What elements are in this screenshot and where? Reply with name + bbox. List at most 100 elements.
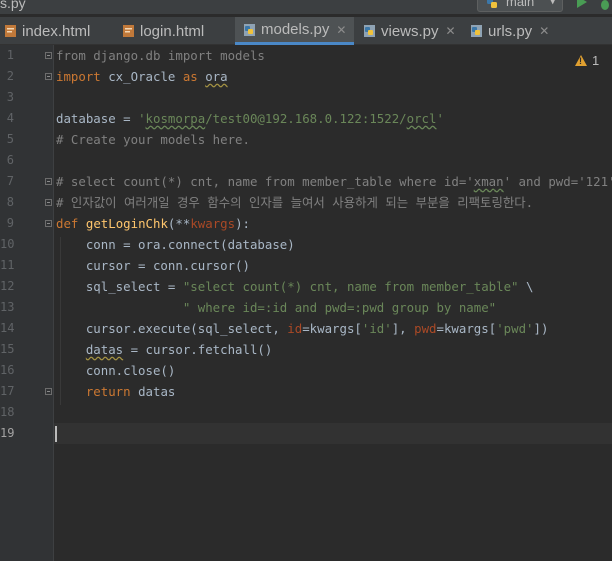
code-token: ]) — [533, 321, 549, 336]
line-number: 2 — [6, 69, 14, 83]
line-number: 1 — [6, 48, 14, 62]
tab-label: urls.py — [488, 22, 533, 40]
fold-marker-icon[interactable] — [45, 388, 52, 395]
string-token: " where id=:id and pwd=:pwd group by nam… — [182, 300, 497, 315]
line-number: 7 — [6, 174, 14, 188]
code-line-4[interactable]: database = 'kosmorpa/test00@192.168.0.12… — [56, 108, 444, 129]
string-token: 'pwd' — [496, 321, 534, 336]
run-icon[interactable] — [577, 0, 587, 8]
line-number: 3 — [6, 90, 14, 104]
parameter-token: id — [287, 321, 303, 336]
parameter-token: kwargs — [190, 216, 236, 231]
tab-label: login.html — [140, 22, 205, 40]
python-file-icon — [244, 23, 255, 36]
code-token: = cursor.fetchall() — [123, 342, 273, 357]
fold-marker-icon[interactable] — [45, 220, 52, 227]
python-file-icon — [471, 25, 482, 37]
line-number: 18 — [0, 405, 15, 419]
tab-login-html[interactable]: login.html — [122, 17, 222, 45]
code-line-15[interactable]: datas = cursor.fetchall() — [56, 339, 273, 360]
tab-models-py[interactable]: models.py ✕ — [235, 17, 354, 45]
comment-token: # select count(*) cnt, name from member_… — [56, 174, 474, 189]
fold-marker-icon[interactable] — [45, 199, 52, 206]
python-file-icon — [364, 25, 375, 37]
code-token: ): — [235, 216, 250, 231]
code-token: \ — [518, 279, 534, 294]
code-line-5[interactable]: # Create your models here. — [56, 129, 250, 150]
code-token: =kwargs[ — [436, 321, 497, 336]
current-line-highlight — [54, 423, 612, 444]
code-token: ], — [391, 321, 415, 336]
html-file-icon — [5, 25, 16, 37]
code-line-8[interactable]: # 인자값이 여러개일 경우 함수의 인자를 늘여서 사용하게 되는 부분을 리… — [56, 192, 533, 213]
comment-token: # 인자값이 여러개일 경우 함수의 인자를 늘여서 사용하게 되는 부분을 리… — [56, 195, 534, 210]
string-token: kosmorpa — [145, 111, 206, 126]
inspection-warnings-indicator[interactable]: 1 — [575, 53, 599, 68]
window-titlebar: s.py main ▼ — [0, 0, 612, 14]
code-line-16[interactable]: conn.close() — [56, 360, 176, 381]
string-token: 'id' — [361, 321, 392, 336]
comment-token: # Create your models here. — [56, 132, 250, 147]
code-line-2[interactable]: import cx_Oracle as ora — [56, 66, 228, 87]
line-number: 9 — [6, 216, 14, 230]
code-line-17[interactable]: return datas — [56, 381, 176, 402]
warning-icon — [575, 55, 587, 66]
fold-marker-icon[interactable] — [45, 178, 52, 185]
code-token: ora — [205, 69, 228, 84]
comment-token: xman — [473, 174, 504, 189]
tab-urls-py[interactable]: urls.py ✕ — [470, 17, 566, 45]
parameter-token: pwd — [414, 321, 437, 336]
text-caret — [55, 426, 57, 442]
run-configuration-label: main — [506, 0, 535, 9]
line-number: 13 — [0, 300, 15, 314]
fold-marker-icon[interactable] — [45, 73, 52, 80]
line-number: 10 — [0, 237, 15, 251]
line-number: 11 — [0, 258, 15, 272]
tab-index-html[interactable]: index.html — [4, 17, 102, 45]
line-number: 4 — [6, 111, 14, 125]
code-token: datas — [130, 384, 176, 399]
debug-icon[interactable] — [598, 0, 612, 11]
tab-label: models.py — [261, 21, 330, 38]
keyword-token: import — [56, 69, 101, 84]
line-number: 6 — [6, 153, 14, 167]
string-token: "select count(*) cnt, name from member_t… — [182, 279, 519, 294]
html-file-icon — [123, 25, 134, 37]
close-tab-icon[interactable]: ✕ — [446, 24, 456, 38]
code-line-10[interactable]: conn = ora.connect(database) — [56, 234, 295, 255]
code-line-1[interactable]: from django.db import models — [56, 45, 265, 66]
keyword-token: def — [56, 216, 79, 231]
code-line-14[interactable]: cursor.execute(sql_select, id =kwargs[ 'id… — [56, 318, 549, 339]
close-tab-icon[interactable]: ✕ — [539, 24, 549, 38]
python-icon — [487, 0, 497, 8]
string-token: ' — [138, 111, 146, 126]
function-name-token: getLoginChk — [85, 216, 168, 231]
code-token: cx_Oracle — [100, 69, 183, 84]
code-token: conn.close() — [56, 363, 176, 378]
run-configuration-dropdown[interactable]: main ▼ — [477, 0, 563, 12]
chevron-down-icon: ▼ — [550, 0, 556, 7]
code-line-9[interactable]: def getLoginChk(**kwargs): — [56, 213, 250, 234]
line-number: 12 — [0, 279, 15, 293]
line-number: 17 — [0, 384, 15, 398]
fold-marker-icon[interactable] — [45, 52, 52, 59]
tab-label: views.py — [381, 22, 439, 40]
window-title: s.py — [0, 0, 26, 11]
code-token: cursor.execute(sql_select, — [56, 321, 288, 336]
close-tab-icon[interactable]: ✕ — [336, 23, 346, 37]
line-number-current: 19 — [0, 426, 15, 440]
editor-tab-bar: index.html login.html models.py ✕ views.… — [0, 17, 612, 45]
string-token: ' — [436, 111, 444, 126]
code-line-11[interactable]: cursor = conn.cursor() — [56, 255, 250, 276]
code-line-13[interactable]: " where id=:id and pwd=:pwd group by nam… — [56, 297, 496, 318]
line-number: 15 — [0, 342, 15, 356]
code-token: (** — [167, 216, 191, 231]
code-line-7[interactable]: # select count(*) cnt, name from member_… — [56, 171, 612, 192]
line-number: 14 — [0, 321, 15, 335]
code-token: database = — [56, 111, 139, 126]
tab-views-py[interactable]: views.py ✕ — [363, 17, 459, 45]
code-line-12[interactable]: sql_select = "select count(*) cnt, name … — [56, 276, 534, 297]
